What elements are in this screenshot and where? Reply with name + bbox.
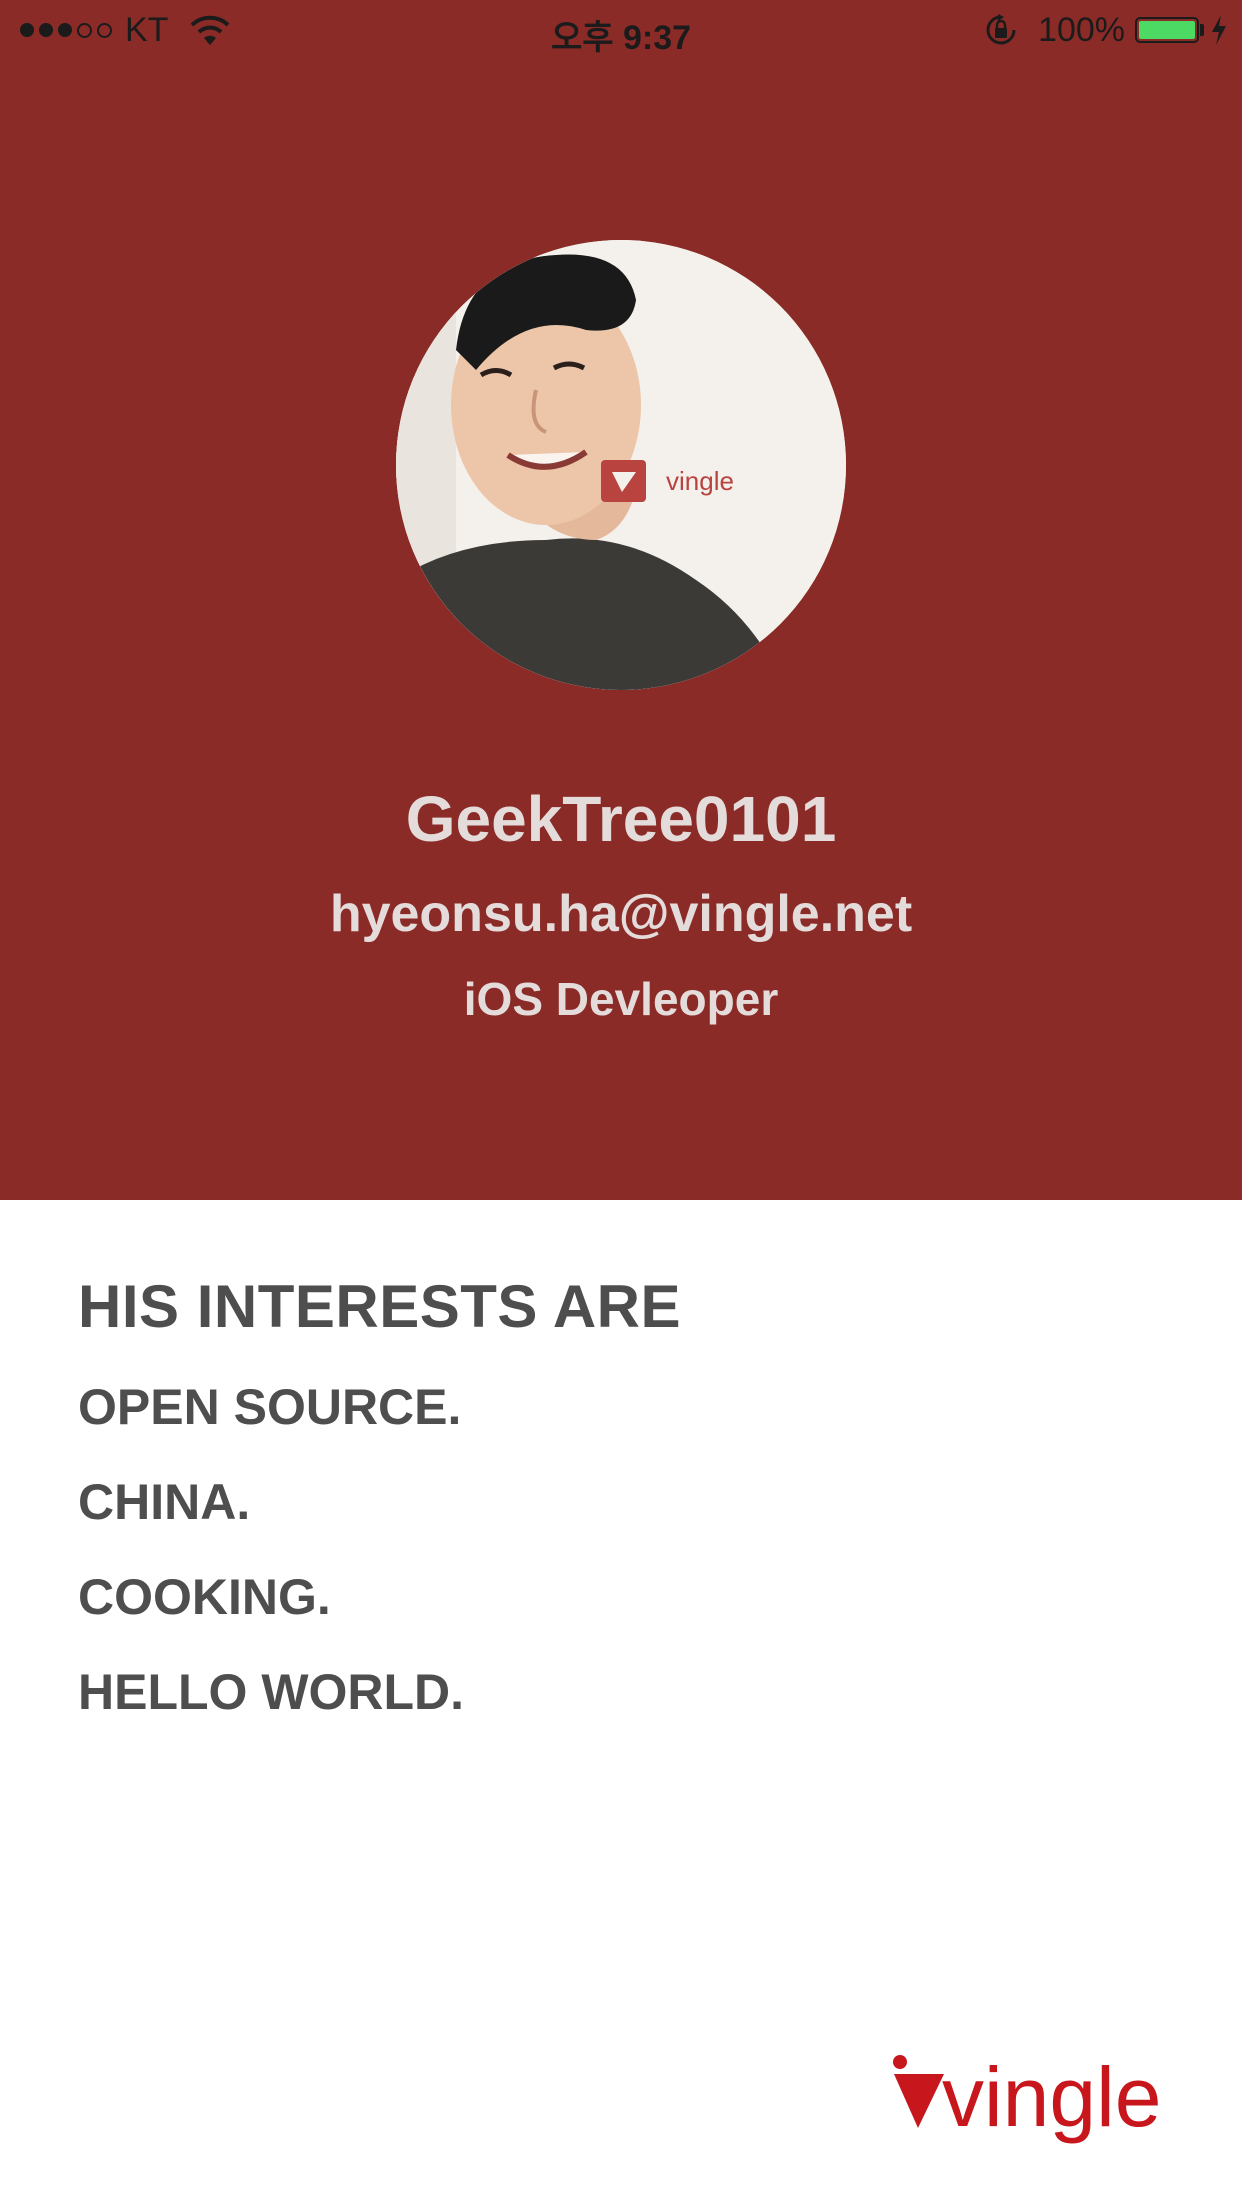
status-bar: KT 오후 9:37 100% <box>0 0 1242 60</box>
profile-role: iOS Devleoper <box>463 973 779 1025</box>
interest-item: HELLO WORLD. <box>78 1664 465 1720</box>
battery-icon <box>1135 17 1199 43</box>
interest-item: COOKING. <box>78 1569 331 1625</box>
svg-text:vingle: vingle <box>666 466 734 496</box>
battery-cap <box>1200 24 1204 36</box>
interest-item: CHINA. <box>78 1474 251 1530</box>
profile-name: GeekTree0101 <box>405 783 837 855</box>
profile-email[interactable]: hyeonsu.ha@vingle.net <box>0 884 1242 944</box>
battery-percent: 100% <box>1038 10 1125 49</box>
vingle-logo-text: vingle <box>942 2050 1161 2144</box>
vingle-logo-dot <box>893 2055 907 2069</box>
rotation-lock-icon <box>986 14 1016 45</box>
interest-item: OPEN SOURCE. <box>78 1379 462 1435</box>
interests-title: HIS INTERESTS ARE <box>78 1273 682 1340</box>
profile-photo-icon: vingle <box>396 240 846 690</box>
charging-icon <box>1212 15 1226 45</box>
avatar[interactable]: vingle <box>396 240 846 690</box>
vingle-logo-mark <box>894 2074 944 2128</box>
vingle-logo[interactable]: vingle <box>888 2048 1168 2158</box>
battery-fill <box>1139 21 1195 39</box>
status-right: 100% <box>984 10 1228 50</box>
